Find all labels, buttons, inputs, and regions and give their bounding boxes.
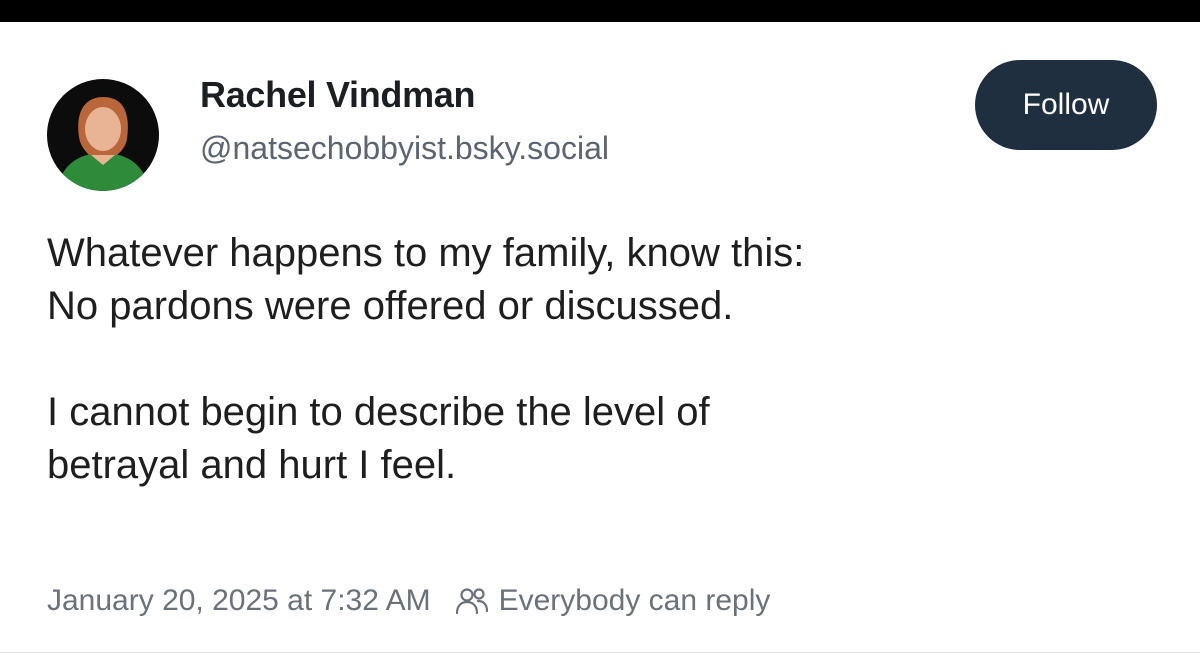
- reply-setting-label[interactable]: Everybody can reply: [499, 584, 771, 618]
- post-paragraph: Whatever happens to my family, know this…: [47, 227, 1167, 333]
- post-timestamp[interactable]: January 20, 2025 at 7:32 AM: [47, 584, 431, 618]
- divider: [0, 652, 1200, 653]
- post-line: Whatever happens to my family, know this…: [47, 231, 805, 275]
- avatar-image: [47, 79, 159, 191]
- author-name[interactable]: Rachel Vindman: [200, 74, 476, 116]
- avatar[interactable]: [47, 79, 159, 191]
- top-bar: [0, 0, 1200, 22]
- post-card: Rachel Vindman @natsechobbyist.bsky.soci…: [0, 22, 1200, 659]
- post-meta: January 20, 2025 at 7:32 AM Everybody ca…: [47, 584, 770, 618]
- author-handle[interactable]: @natsechobbyist.bsky.social: [200, 130, 609, 167]
- post-paragraph: I cannot begin to describe the level of …: [47, 386, 1167, 492]
- post-line: No pardons were offered or discussed.: [47, 284, 734, 328]
- people-icon: [455, 588, 488, 615]
- post-line: betrayal and hurt I feel.: [47, 443, 457, 487]
- post-line: I cannot begin to describe the level of: [47, 390, 710, 434]
- post-text: Whatever happens to my family, know this…: [47, 227, 1167, 545]
- follow-button[interactable]: Follow: [975, 60, 1157, 150]
